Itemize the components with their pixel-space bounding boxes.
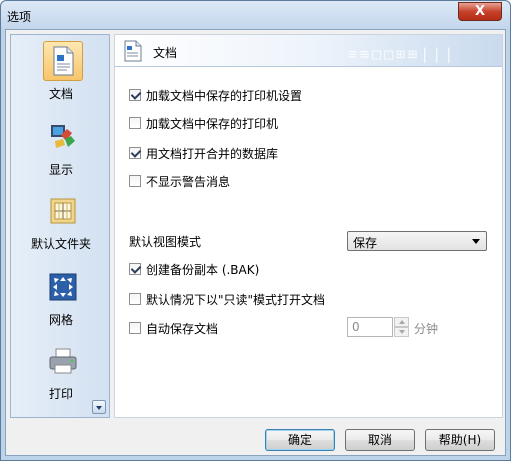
option-label: 用文档打开合并的数据库 <box>146 146 279 161</box>
option-autosave[interactable]: 自动保存文档 <box>129 320 218 336</box>
sidebar-item-print[interactable]: 打印 <box>15 337 107 407</box>
spin-up-button[interactable] <box>394 317 409 327</box>
checkbox[interactable] <box>129 175 141 187</box>
cancel-button[interactable]: 取消 <box>345 429 415 451</box>
document-icon <box>53 46 74 76</box>
autosave-minutes-input[interactable]: 0 <box>347 317 393 337</box>
option-label: 不显示警告消息 <box>146 174 231 189</box>
grid-icon <box>49 273 77 301</box>
sidebar-item-label: 网格 <box>48 313 73 327</box>
settings-panel: 文档 ≡≡□□⊞⊞||| 加载文档中保存的打印机设置 加载文档中保存的打印机 用… <box>114 34 503 418</box>
autosave-stepper[interactable] <box>394 317 409 337</box>
option-label: 创建备份副本 (.BAK) <box>146 262 260 277</box>
options-dialog: 选项 X 文档 显示 默认文件夹 网格 打印 文档 ≡≡□□⊞⊞||| 加载文档… <box>0 0 511 461</box>
sidebar-item-grid[interactable]: 网格 <box>15 263 107 333</box>
option-open-merged-database[interactable]: 用文档打开合并的数据库 <box>129 145 278 161</box>
folder-icon <box>50 198 76 224</box>
option-create-backup[interactable]: 创建备份副本 (.BAK) <box>129 261 259 277</box>
chevron-down-icon <box>472 239 480 244</box>
panel-header: 文档 ≡≡□□⊞⊞||| <box>115 35 502 67</box>
view-mode-label: 默认视图模式 <box>129 235 202 249</box>
help-button[interactable]: 帮助(H) <box>425 429 495 451</box>
sidebar-item-label: 显示 <box>48 163 73 177</box>
select-value: 保存 <box>353 236 378 250</box>
category-sidebar: 文档 显示 默认文件夹 网格 打印 <box>10 34 110 418</box>
option-label: 默认情况下以"只读"模式打开文档 <box>146 292 326 307</box>
sidebar-item-label: 文档 <box>48 87 73 101</box>
option-load-printer-settings[interactable]: 加载文档中保存的打印机设置 <box>129 87 302 103</box>
chevron-down-icon[interactable] <box>92 400 106 414</box>
option-label: 自动保存文档 <box>146 321 219 336</box>
sidebar-item-default-folder[interactable]: 默认文件夹 <box>15 187 107 257</box>
close-button[interactable]: X <box>458 2 502 21</box>
display-icon <box>51 125 75 148</box>
checkbox[interactable] <box>129 89 141 101</box>
ok-button[interactable]: 确定 <box>265 429 335 451</box>
printer-icon <box>49 348 77 374</box>
dialog-body: 文档 显示 默认文件夹 网格 打印 文档 ≡≡□□⊞⊞||| 加载文档中保存的打… <box>5 29 506 456</box>
panel-title: 文档 <box>153 46 178 60</box>
autosave-unit-label: 分钟 <box>414 322 439 336</box>
title-bar[interactable]: 选项 X <box>1 1 510 29</box>
checkbox[interactable] <box>129 293 141 305</box>
sidebar-item-label: 默认文件夹 <box>30 237 91 251</box>
option-label: 加载文档中保存的打印机 <box>146 116 279 131</box>
checkbox[interactable] <box>129 322 141 334</box>
option-hide-warnings[interactable]: 不显示警告消息 <box>129 173 230 189</box>
spin-down-button[interactable] <box>394 327 409 337</box>
sidebar-item-display[interactable]: 显示 <box>15 113 107 183</box>
header-decoration: ≡≡□□⊞⊞||| <box>348 45 457 63</box>
checkbox[interactable] <box>129 147 141 159</box>
document-icon <box>124 40 142 62</box>
option-open-read-only[interactable]: 默认情况下以"只读"模式打开文档 <box>129 291 325 307</box>
view-mode-select[interactable]: 保存 <box>347 231 487 251</box>
window-title: 选项 <box>7 10 32 24</box>
checkbox[interactable] <box>129 263 141 275</box>
option-load-printer[interactable]: 加载文档中保存的打印机 <box>129 115 278 131</box>
checkbox[interactable] <box>129 117 141 129</box>
option-label: 加载文档中保存的打印机设置 <box>146 88 303 103</box>
sidebar-item-document[interactable]: 文档 <box>15 37 107 107</box>
